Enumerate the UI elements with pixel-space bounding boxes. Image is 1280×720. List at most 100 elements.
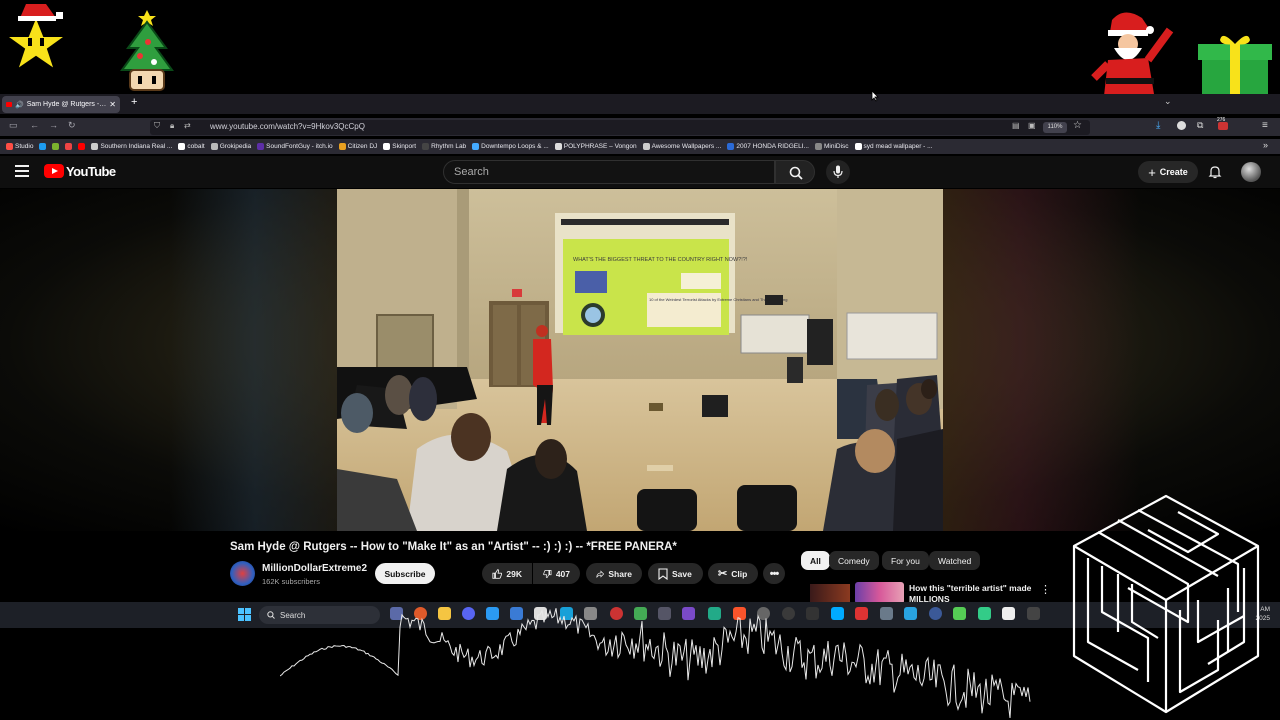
back-icon[interactable]: ← xyxy=(30,120,39,130)
bookmark-item[interactable] xyxy=(78,143,86,150)
share-button[interactable]: Share xyxy=(586,563,642,584)
bookmark-item[interactable]: Studio xyxy=(6,143,33,150)
bookmark-item[interactable] xyxy=(65,143,73,150)
bookmark-favicon-icon xyxy=(39,143,47,150)
bookmark-item[interactable]: cobalt xyxy=(178,143,205,150)
guide-menu-icon[interactable] xyxy=(15,165,29,177)
download-icon[interactable]: ⤓ xyxy=(1156,120,1160,131)
bookmark-item[interactable]: Downtempo Loops & ... xyxy=(472,143,549,150)
bookmark-item[interactable] xyxy=(52,143,60,150)
bookmark-label: 2007 HONDA RIDGELI... xyxy=(736,143,809,150)
chip-all[interactable]: All xyxy=(801,551,830,570)
bookmark-favicon-icon xyxy=(727,143,735,150)
bookmark-label: Skinport xyxy=(392,143,417,150)
chip-comedy[interactable]: Comedy xyxy=(829,551,879,570)
bookmark-label: cobalt xyxy=(187,143,205,150)
bookmark-label: syd mead wallpaper - ... xyxy=(863,143,933,150)
subscribe-button[interactable]: Subscribe xyxy=(375,563,435,584)
ambient-glow-left xyxy=(170,189,340,531)
more-horizontal-icon: ••• xyxy=(769,567,780,580)
slide-heading: WHAT'S THE BIGGEST THREAT TO THE COUNTRY… xyxy=(573,257,748,263)
microphone-icon xyxy=(833,165,843,178)
bookmark-item[interactable]: MiniDisc xyxy=(814,143,849,150)
youtube-logo-icon[interactable] xyxy=(44,164,64,178)
tab-title: Sam Hyde @ Rutgers -- Ho xyxy=(26,101,107,108)
bookmark-item[interactable]: Rhythm Lab xyxy=(422,143,466,150)
search-input[interactable]: Search xyxy=(443,160,775,184)
bookmark-favicon-icon xyxy=(6,143,13,150)
more-vertical-icon[interactable]: ⋮ xyxy=(1040,583,1051,596)
like-button[interactable]: 29K xyxy=(482,563,532,584)
lock-icon[interactable]: 🔒︎ xyxy=(170,121,174,131)
browser-tab-bar xyxy=(0,94,1280,114)
chevron-down-icon[interactable]: ⌄ xyxy=(1164,96,1172,107)
extension-icon[interactable] xyxy=(1177,121,1186,130)
plus-icon: + xyxy=(1148,164,1156,180)
bookmark-item[interactable] xyxy=(39,143,47,150)
bookmark-label: Grokipedia xyxy=(219,143,252,150)
bookmark-item[interactable]: 2007 HONDA RIDGELI... xyxy=(727,143,809,150)
bookmark-star-icon[interactable]: ☆ xyxy=(1073,120,1082,131)
thumbs-down-icon xyxy=(543,569,552,578)
bookmark-item[interactable]: POLYPHRASE – Vongon xyxy=(554,143,637,150)
dislike-button[interactable]: 407 xyxy=(533,563,580,584)
share-label: Share xyxy=(608,568,632,579)
ublock-icon[interactable] xyxy=(1218,122,1228,130)
search-button[interactable] xyxy=(775,160,815,184)
hamburger-menu-icon[interactable]: ≡ xyxy=(1262,120,1268,131)
bookmark-label: Southern Indiana Real ... xyxy=(100,143,173,150)
bookmark-item[interactable]: Southern Indiana Real ... xyxy=(91,143,172,150)
create-button[interactable]: + Create xyxy=(1138,161,1198,183)
shield-icon[interactable]: ⛉ xyxy=(154,121,160,131)
bookmark-item[interactable]: Grokipedia xyxy=(210,143,252,150)
bookmark-label: Awesome Wallpapers ... xyxy=(651,143,722,150)
like-count: 29K xyxy=(506,568,522,579)
close-tab-icon[interactable]: ✕ xyxy=(109,100,116,109)
zoom-level[interactable]: 110% xyxy=(1043,122,1067,133)
bookmark-icon xyxy=(658,567,668,580)
bookmark-favicon-icon xyxy=(91,143,99,150)
forward-icon[interactable]: → xyxy=(49,120,58,130)
bookmark-item[interactable]: Skinport xyxy=(383,143,416,150)
more-actions-button[interactable]: ••• xyxy=(763,563,785,584)
channel-avatar[interactable] xyxy=(230,561,255,586)
url-text[interactable]: www.youtube.com/watch?v=9Hkov3QcCpQ xyxy=(210,122,365,131)
chip-for-you[interactable]: For you xyxy=(882,551,929,570)
extension-badge: 276 xyxy=(1217,117,1226,123)
speaker-icon[interactable]: 🔊 xyxy=(15,101,24,109)
ambient-glow-right xyxy=(940,189,1140,531)
puzzle-icon[interactable]: ⧉ xyxy=(1197,120,1203,131)
bookmark-favicon-icon xyxy=(65,143,73,150)
bookmark-favicon-icon xyxy=(338,143,346,150)
more-bookmarks-icon[interactable]: » xyxy=(1263,140,1268,150)
permissions-icon[interactable]: ⇄ xyxy=(184,121,191,130)
channel-name[interactable]: MillionDollarExtreme2 xyxy=(262,563,367,574)
bookmark-favicon-icon xyxy=(472,143,480,150)
page-action-icon[interactable]: ▣ xyxy=(1028,121,1036,130)
reader-view-icon[interactable]: ▤ xyxy=(1012,121,1020,130)
bookmark-item[interactable]: Awesome Wallpapers ... xyxy=(642,143,722,150)
voice-search-button[interactable] xyxy=(826,160,850,184)
video-player[interactable]: WHAT'S THE BIGGEST THREAT TO THE COUNTRY… xyxy=(337,189,943,531)
youtube-favicon-icon xyxy=(6,102,12,107)
subscriber-count: 162K subscribers xyxy=(262,577,320,586)
bookmark-item[interactable]: SoundFontGuy - itch.io xyxy=(257,143,333,150)
account-avatar[interactable] xyxy=(1241,162,1261,182)
save-button[interactable]: Save xyxy=(648,563,703,584)
youtube-wordmark[interactable]: YouTube xyxy=(66,164,116,179)
chip-watched[interactable]: Watched xyxy=(929,551,981,570)
clip-label: Clip xyxy=(731,568,748,579)
scissors-icon: ✂ xyxy=(718,568,728,580)
share-icon xyxy=(596,569,605,578)
screen: 🔊 Sam Hyde @ Rutgers -- Ho ✕ + ⌄ ▭ ← → ↻… xyxy=(0,0,1280,720)
notifications-bell-icon[interactable] xyxy=(1208,165,1222,179)
bookmark-item[interactable]: syd mead wallpaper - ... xyxy=(854,143,933,150)
reload-icon[interactable]: ↻ xyxy=(68,120,76,131)
clip-button[interactable]: ✂ Clip xyxy=(708,563,758,584)
browser-tab-active[interactable]: 🔊 Sam Hyde @ Rutgers -- Ho ✕ xyxy=(2,96,120,113)
bookmark-favicon-icon xyxy=(854,143,862,150)
bookmark-item[interactable]: Citizen DJ xyxy=(338,143,377,150)
sidebar-toggle-icon[interactable]: ▭ xyxy=(9,120,18,131)
windows-start-icon[interactable] xyxy=(238,608,252,622)
plus-icon[interactable]: + xyxy=(131,96,137,108)
